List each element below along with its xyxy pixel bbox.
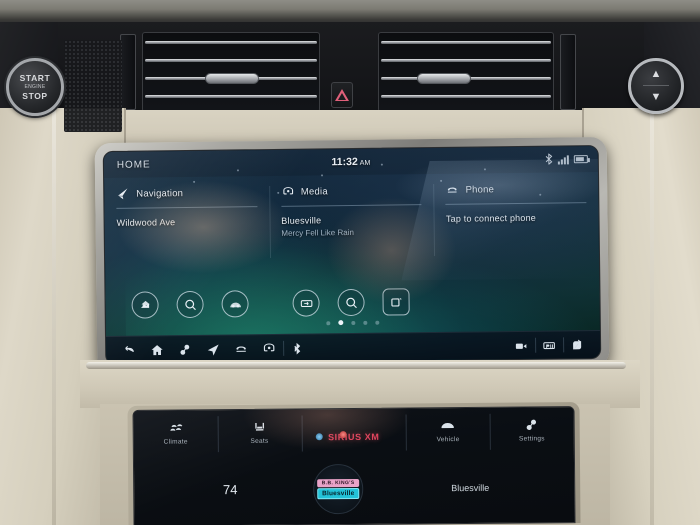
infotainment-screen-bezel: HOME 11:32 AM Navigation Wildwood Ave Me… [94, 136, 610, 374]
tab-vehicle[interactable]: Vehicle [406, 408, 490, 453]
signal-icon [557, 154, 569, 164]
page-dot[interactable] [326, 320, 331, 325]
clock: 11:32 AM [331, 156, 370, 168]
page-dot[interactable] [375, 320, 380, 325]
album-art-line1: B.B. KING'S [316, 478, 360, 487]
card-media-head: Media [280, 184, 422, 207]
card-media[interactable]: Media Bluesville Mercy Fell Like Rain [269, 174, 435, 272]
rocker-up-icon[interactable]: ▲ [651, 68, 662, 80]
shortcut-search[interactable] [176, 290, 204, 319]
clock-ampm: AM [359, 159, 371, 167]
tab-seats-label: Seats [250, 437, 269, 445]
engine-label: ENGINE [24, 84, 46, 90]
page-dot-active[interactable] [338, 320, 344, 326]
stop-label: STOP [22, 91, 48, 101]
vehicle-interior: START ENGINE STOP ▲ ▼ HOME 11:32 AM Navi… [0, 0, 700, 525]
temperature-value[interactable]: 74 [134, 481, 310, 498]
screen-taskbar [105, 329, 601, 365]
taskbar-spacer [311, 332, 507, 361]
hazard-lights-button[interactable] [331, 82, 353, 108]
vent-side-left [120, 34, 136, 110]
settings-icon [523, 417, 541, 432]
taskbar-camera[interactable] [507, 332, 535, 359]
page-title: HOME [116, 158, 151, 171]
engine-start-stop-button[interactable]: START ENGINE STOP [6, 58, 64, 116]
taskbar-navigation[interactable] [199, 336, 227, 363]
climate-tab-row: Climate Seats SIRIUS XM Vehicle Settings [134, 407, 574, 455]
tab-settings[interactable]: Settings [490, 407, 574, 452]
vent-side-right [560, 34, 576, 110]
card-phone-label: Phone [465, 184, 495, 196]
shortcut-media-source[interactable] [292, 289, 320, 317]
seats-icon [250, 419, 268, 434]
climate-icon [167, 420, 185, 435]
vehicle-icon [439, 418, 457, 433]
album-art-line2: Bluesville [317, 487, 360, 499]
card-phone[interactable]: Phone Tap to connect phone [433, 172, 599, 270]
speaker-grille [64, 40, 122, 132]
taskbar-bluetooth[interactable] [283, 335, 311, 362]
card-navigation-head: Navigation [116, 186, 258, 209]
card-phone-body: Tap to connect phone [446, 212, 587, 224]
media-icon [281, 186, 295, 199]
hazard-triangle-icon [335, 89, 349, 101]
album-art-container: B.B. KING'S Bluesville [310, 463, 366, 514]
radio-brand-cell: SIRIUS XM [301, 409, 406, 454]
shortcut-apps[interactable] [382, 288, 410, 316]
blue-indicator-light [315, 433, 323, 441]
bluetooth-icon [545, 152, 553, 166]
climate-display[interactable]: Climate Seats SIRIUS XM Vehicle Settings… [132, 406, 576, 525]
vent-knob-left[interactable] [205, 73, 259, 84]
tab-settings-label: Settings [518, 434, 545, 443]
card-media-label: Media [300, 186, 328, 198]
phone-icon [445, 184, 459, 197]
taskbar-phone[interactable] [227, 335, 255, 362]
status-tray [545, 152, 588, 167]
climate-info-row: 74 B.B. KING'S Bluesville Bluesville [134, 451, 575, 525]
card-navigation-label: Navigation [136, 188, 184, 200]
shortcut-offroad[interactable] [221, 290, 249, 318]
taskbar-share[interactable] [563, 331, 591, 358]
page-dot[interactable] [363, 320, 368, 325]
infotainment-display[interactable]: HOME 11:32 AM Navigation Wildwood Ave Me… [102, 144, 602, 366]
card-navigation[interactable]: Navigation Wildwood Ave [104, 176, 270, 274]
tab-vehicle-label: Vehicle [436, 435, 460, 443]
shortcut-media-search[interactable] [337, 288, 365, 317]
shortcut-home-destination[interactable] [131, 291, 159, 319]
rocker-divider [643, 85, 669, 87]
card-navigation-body: Wildwood Ave [117, 216, 258, 228]
navigation-arrow-icon [116, 188, 130, 201]
battery-icon [573, 155, 588, 164]
chrome-trim-strip [86, 362, 626, 369]
media-track: Mercy Fell Like Rain [281, 227, 354, 238]
card-media-body: Bluesville Mercy Fell Like Rain [281, 214, 422, 238]
clock-time: 11:32 [331, 155, 358, 169]
sirius-xm-badge: SIRIUS XM [328, 431, 380, 443]
navigation-destination: Wildwood Ave [116, 217, 176, 228]
page-indicator[interactable] [326, 320, 380, 326]
vent-knob-right[interactable] [417, 73, 471, 84]
air-vent-left[interactable] [142, 32, 320, 112]
card-phone-head: Phone [445, 182, 587, 205]
red-indicator-light [339, 431, 347, 439]
station-name: Bluesville [451, 482, 490, 493]
album-art: B.B. KING'S Bluesville [312, 463, 364, 514]
start-label: START [19, 73, 51, 83]
taskbar-park-assist[interactable] [535, 331, 563, 358]
home-cards: Navigation Wildwood Ave Media Bluesville… [104, 172, 599, 274]
tab-climate-label: Climate [163, 437, 188, 446]
rocker-down-icon[interactable]: ▼ [651, 92, 662, 103]
tab-seats[interactable]: Seats [217, 409, 301, 454]
air-vent-right[interactable] [378, 32, 554, 112]
phone-status: Tap to connect phone [445, 212, 537, 224]
tab-climate[interactable]: Climate [134, 410, 218, 455]
screen-tilt-rocker[interactable]: ▲ ▼ [628, 58, 684, 114]
media-station: Bluesville [281, 215, 322, 226]
climate-screen-bezel: Climate Seats SIRIUS XM Vehicle Settings… [127, 402, 581, 525]
taskbar-media[interactable] [255, 335, 283, 362]
page-dot[interactable] [351, 320, 356, 325]
